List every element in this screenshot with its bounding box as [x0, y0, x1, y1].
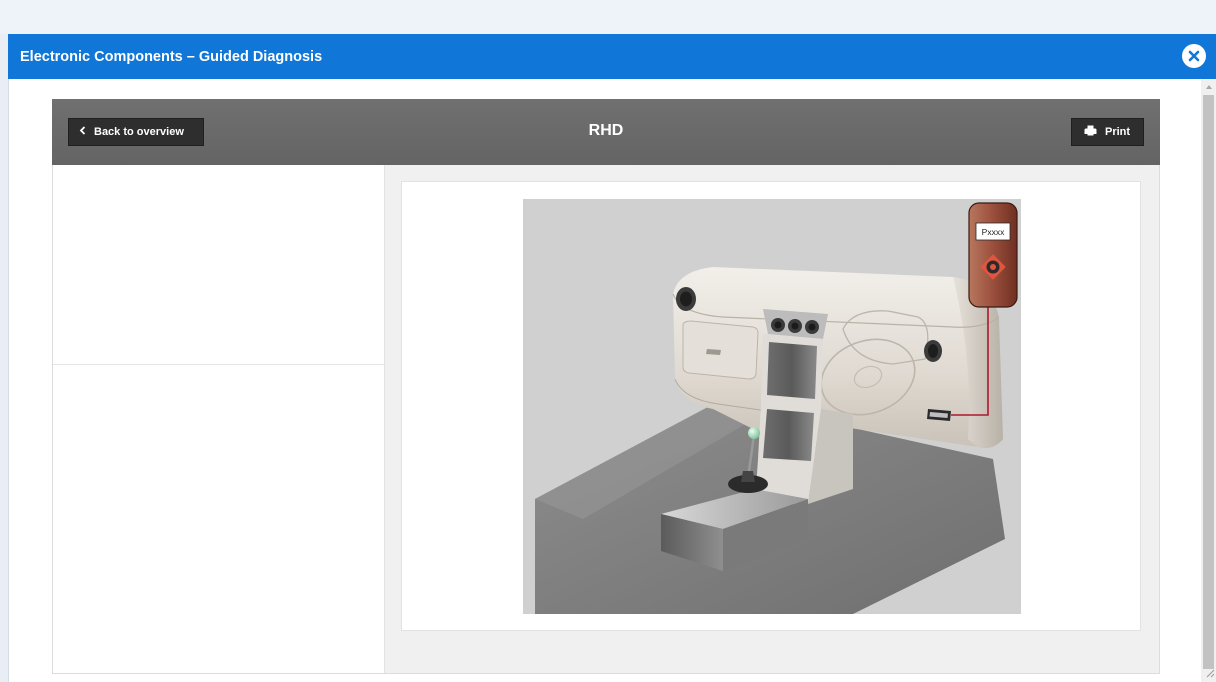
scrollbar-thumb[interactable] [1203, 95, 1214, 669]
print-button-label: Print [1105, 126, 1131, 138]
dialog-title-bar: Electronic Components – Guided Diagnosis [8, 34, 1216, 79]
vertical-scrollbar[interactable] [1201, 79, 1216, 682]
dialog-title: Electronic Components – Guided Diagnosis [20, 49, 323, 65]
printer-icon [1084, 125, 1097, 139]
illustration-area: Pxxxx [385, 165, 1159, 673]
close-icon [1188, 50, 1200, 62]
page-title: RHD [588, 122, 624, 139]
print-button[interactable]: Print [1071, 118, 1144, 146]
close-button[interactable] [1182, 44, 1206, 68]
resize-grip-icon[interactable] [1203, 666, 1215, 678]
illustration-card: Pxxxx [401, 181, 1141, 631]
browser-top-strip [0, 0, 1216, 35]
component-list-panel [53, 165, 385, 673]
background-edge [0, 34, 9, 682]
scroll-up-arrow-icon[interactable] [1206, 85, 1212, 89]
list-divider [53, 364, 384, 365]
tester-display-text: Pxxxx [982, 227, 1005, 237]
panel-header: Back to overview RHD Print [52, 99, 1160, 165]
dashboard-diagram: Pxxxx [523, 199, 1021, 614]
